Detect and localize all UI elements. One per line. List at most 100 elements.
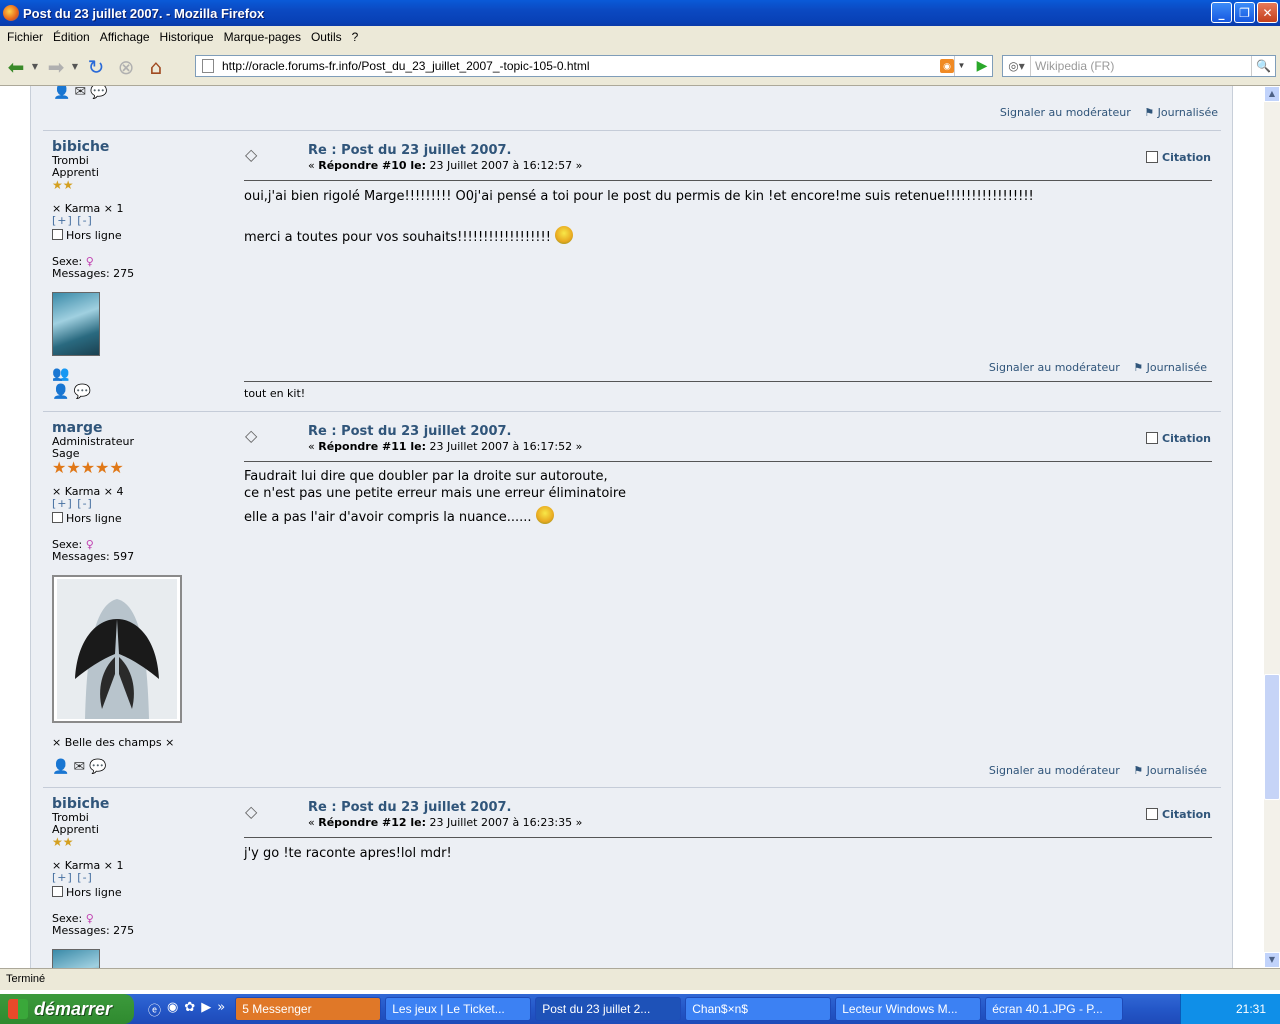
menu-bar: Fichier Édition Affichage Historique Mar…	[0, 26, 1280, 48]
post-subject[interactable]: Re : Post du 23 juillet 2007.	[308, 143, 511, 158]
post-body: j'y go !te raconte apres!lol mdr!	[244, 844, 452, 863]
reply-label: Répondre #11 le:	[318, 440, 426, 453]
back-icon[interactable]: ⬅	[2, 53, 30, 81]
post-footer: Signaler au modérateur ⚑ Journalisée	[989, 764, 1207, 777]
minimize-button[interactable]: _	[1211, 2, 1232, 23]
profile-icon[interactable]: 👤	[52, 759, 69, 775]
page-icon	[202, 59, 214, 73]
stop-icon[interactable]: ⊗	[112, 53, 140, 81]
pm-icon[interactable]: 💬	[90, 86, 107, 100]
karma-links[interactable]: [+] [-]	[52, 872, 134, 884]
pm-icon[interactable]: 💬	[89, 759, 106, 775]
quote-icon	[1146, 432, 1159, 444]
back-dropdown-icon[interactable]: ▼	[30, 62, 40, 71]
post-icon: ◇	[245, 426, 258, 445]
post-line: elle a pas l'air d'avoir compris la nuan…	[244, 510, 532, 525]
smiley-icon	[535, 506, 554, 524]
avatar	[52, 292, 100, 356]
go-icon[interactable]: ▶	[972, 56, 992, 76]
scroll-up-icon[interactable]: ▲	[1264, 86, 1280, 102]
task-folder[interactable]: Chan$×n$	[685, 997, 832, 1021]
url-text[interactable]: http://oracle.forums-fr.info/Post_du_23_…	[222, 59, 590, 73]
forward-icon[interactable]: ➡	[42, 53, 70, 81]
report-link[interactable]: Signaler au modérateur	[989, 764, 1120, 777]
message-count: Messages: 597	[52, 550, 135, 563]
author-name[interactable]: marge	[52, 420, 182, 436]
url-dropdown-icon[interactable]: ▼	[954, 56, 968, 76]
task-post-firefox[interactable]: Post du 23 juillet 2...	[535, 997, 682, 1021]
start-button[interactable]: démarrer	[0, 994, 134, 1024]
scroll-down-icon[interactable]: ▼	[1264, 952, 1280, 968]
post-subject[interactable]: Re : Post du 23 juillet 2007.	[308, 424, 511, 439]
search-icon[interactable]: 🔍	[1251, 56, 1275, 76]
author-name[interactable]: bibiche	[52, 796, 134, 812]
menu-historique[interactable]: Historique	[155, 30, 219, 44]
profile-icon[interactable]: 👤	[52, 384, 69, 400]
signature: tout en kit!	[244, 387, 306, 400]
forward-dropdown-icon[interactable]: ▼	[70, 62, 80, 71]
karma-links[interactable]: [+] [-]	[52, 215, 134, 227]
avatar-wings-image	[57, 579, 177, 719]
citation-button[interactable]: Citation	[1146, 432, 1211, 445]
post-line: merci a toutes pour vos souhaits!!!!!!!!…	[244, 230, 551, 245]
ie-icon[interactable]: ⓔ	[148, 1000, 161, 1019]
logged-label: Journalisée	[1157, 106, 1218, 119]
close-button[interactable]: ✕	[1257, 2, 1278, 23]
more-icon[interactable]: »	[217, 1000, 225, 1019]
offline-label: Hors ligne	[66, 229, 122, 242]
task-image-viewer[interactable]: écran 40.1.JPG - P...	[985, 997, 1124, 1021]
post-body: Faudrait lui dire que doubler par la dro…	[244, 468, 626, 526]
pm-icon[interactable]: 💬	[73, 384, 90, 400]
reload-icon[interactable]: ↻	[82, 53, 110, 81]
email-icon[interactable]: ✉	[74, 86, 86, 100]
author-name[interactable]: bibiche	[52, 139, 134, 155]
karma-links[interactable]: [+] [-]	[52, 498, 182, 510]
post-subject[interactable]: Re : Post du 23 juillet 2007.	[308, 800, 511, 815]
task-les-jeux[interactable]: Les jeux | Le Ticket...	[385, 997, 532, 1021]
search-engine-icon[interactable]: ◎▾	[1003, 56, 1031, 76]
menu-fichier[interactable]: Fichier	[2, 30, 48, 44]
email-icon[interactable]: ✉	[73, 759, 85, 775]
media-player-icon[interactable]: ▶	[201, 1000, 211, 1019]
post-line: j'y go !te raconte apres!lol mdr!	[244, 846, 452, 861]
post-date: 23 Juillet 2007 à 16:23:35	[429, 816, 573, 829]
logged-label: Journalisée	[1146, 764, 1207, 777]
author-panel: bibiche Trombi Apprenti ★★ × Karma × 1 […	[52, 139, 134, 400]
task-media-player[interactable]: Lecteur Windows M...	[835, 997, 982, 1021]
messenger-icon[interactable]: 👥	[52, 366, 134, 382]
url-bar[interactable]: http://oracle.forums-fr.info/Post_du_23_…	[195, 55, 993, 77]
task-messenger[interactable]: 5 Messenger	[235, 997, 382, 1021]
scroll-thumb[interactable]	[1264, 674, 1280, 800]
maximize-button[interactable]: ❐	[1234, 2, 1255, 23]
post-body: oui,j'ai bien rigolé Marge!!!!!!!!! O0j'…	[244, 187, 1034, 247]
report-link[interactable]: Signaler au modérateur	[1000, 106, 1131, 119]
post: bibiche Trombi Apprenti ★★ × Karma × 1 […	[43, 787, 1221, 968]
offline-icon	[52, 512, 63, 523]
post-line: ce n'est pas une petite erreur mais une …	[244, 486, 626, 501]
avatar	[52, 575, 182, 723]
page-content: 👤 ✉ 💬 Signaler au modérateur ⚑ Journalis…	[0, 86, 1264, 968]
rss-icon[interactable]: ◉	[940, 59, 954, 73]
reply-info: « Répondre #10 le: 23 Juillet 2007 à 16:…	[308, 159, 583, 172]
menu-marque-pages[interactable]: Marque-pages	[219, 30, 306, 44]
search-box[interactable]: ◎▾ Wikipedia (FR) 🔍	[1002, 55, 1276, 77]
rank-stars-icon: ★★	[52, 835, 74, 849]
reply-info: « Répondre #12 le: 23 Juillet 2007 à 16:…	[308, 816, 583, 829]
task-label: Lecteur Windows M...	[842, 1002, 958, 1016]
menu-outils[interactable]: Outils	[306, 30, 347, 44]
menu-affichage[interactable]: Affichage	[95, 30, 155, 44]
messenger-icon[interactable]: ✿	[184, 1000, 195, 1019]
logged-icon: ⚑	[1133, 764, 1144, 777]
report-link[interactable]: Signaler au modérateur	[989, 361, 1120, 374]
citation-button[interactable]: Citation	[1146, 808, 1211, 821]
search-input[interactable]: Wikipedia (FR)	[1035, 59, 1114, 73]
taskbar: démarrer ⓔ ◉ ✿ ▶ » 5 Messenger Les jeux …	[0, 994, 1280, 1024]
post-date: 23 Juillet 2007 à 16:12:57	[429, 159, 573, 172]
home-icon[interactable]: ⌂	[142, 53, 170, 81]
profile-icon[interactable]: 👤	[53, 86, 70, 100]
firefox-icon[interactable]: ◉	[167, 1000, 178, 1019]
menu-edition[interactable]: Édition	[48, 30, 95, 44]
citation-button[interactable]: Citation	[1146, 151, 1211, 164]
menu-aide[interactable]: ?	[347, 30, 364, 44]
vertical-scrollbar[interactable]: ▲ ▼	[1264, 86, 1280, 968]
